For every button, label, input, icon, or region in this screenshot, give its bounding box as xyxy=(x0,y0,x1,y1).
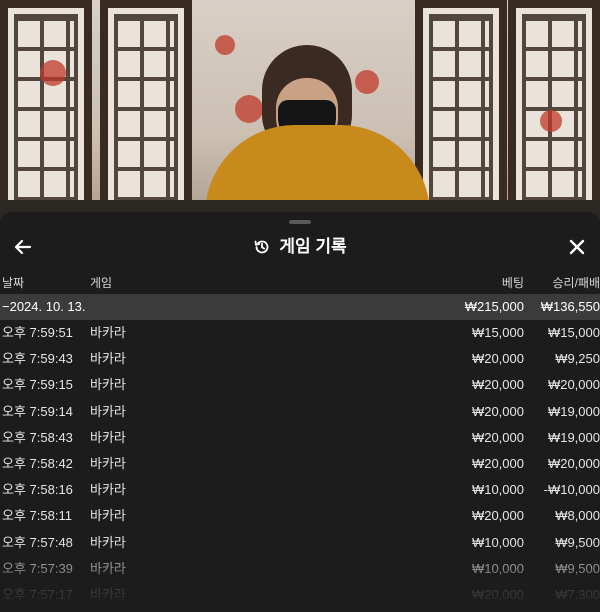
row-bet: ₩20,000 xyxy=(471,377,524,393)
row-result: ₩20,000 xyxy=(547,455,600,471)
live-dealer-video xyxy=(0,0,600,230)
panel-title: 게임 기록 xyxy=(0,232,600,262)
row-time: 오후 7:57:17 xyxy=(2,586,73,602)
folding-screen-panel xyxy=(0,0,92,215)
row-bet: ₩15,000 xyxy=(471,325,524,340)
column-header-result: 승리/패배 xyxy=(552,276,600,290)
column-header-date: 날짜 xyxy=(2,276,25,290)
row-time: 오후 7:59:14 xyxy=(2,403,73,419)
row-bet: ₩20,000 xyxy=(471,586,524,602)
row-result: ₩8,000 xyxy=(555,508,600,524)
date-group-row[interactable]: −2024. 10. 13. ₩215,000 ₩136,550 xyxy=(0,294,600,320)
drag-handle[interactable] xyxy=(289,220,311,224)
row-result: ₩7,300 xyxy=(555,586,600,602)
table-row[interactable]: 오후 7:58:11 바카라 ₩20,000 ₩8,000 xyxy=(0,503,600,529)
row-bet: ₩10,000 xyxy=(471,560,524,576)
row-result: ₩15,000 xyxy=(547,325,600,340)
row-result: ₩19,000 xyxy=(547,403,600,419)
row-game: 바카라 xyxy=(90,482,126,498)
row-game: 바카라 xyxy=(90,534,126,550)
row-time: 오후 7:57:39 xyxy=(2,560,73,576)
row-time: 오후 7:58:16 xyxy=(2,482,73,498)
folding-screen-panel xyxy=(415,0,507,215)
date-group-label: −2024. 10. 13. xyxy=(2,299,86,314)
row-time: 오후 7:58:43 xyxy=(2,429,73,445)
row-game: 바카라 xyxy=(90,325,126,340)
row-bet: ₩20,000 xyxy=(471,429,524,445)
row-game: 바카라 xyxy=(90,377,126,393)
folding-screen-panel xyxy=(508,0,600,215)
row-bet: ₩20,000 xyxy=(471,455,524,471)
game-history-panel: 게임 기록 날짜 게임 베팅 승리/패배 −2024. 10. 13. ₩215… xyxy=(0,212,600,612)
row-time: 오후 7:59:15 xyxy=(2,377,73,393)
row-result: -₩10,000 xyxy=(543,482,600,498)
table-row[interactable]: 오후 7:59:51 바카라 ₩15,000 ₩15,000 xyxy=(0,320,600,346)
row-result: ₩9,500 xyxy=(555,534,600,550)
row-bet: ₩10,000 xyxy=(471,534,524,550)
row-bet: ₩20,000 xyxy=(471,508,524,524)
row-bet: ₩10,000 xyxy=(471,482,524,498)
row-bet: ₩20,000 xyxy=(471,351,524,367)
row-game: 바카라 xyxy=(90,560,126,576)
close-icon xyxy=(569,239,585,255)
column-headers: 날짜 게임 베팅 승리/패배 xyxy=(0,274,600,294)
row-result: ₩19,000 xyxy=(547,429,600,445)
column-header-game: 게임 xyxy=(90,276,113,290)
date-group-bet: ₩215,000 xyxy=(464,299,524,314)
row-result: ₩9,250 xyxy=(555,351,600,367)
row-result: ₩20,000 xyxy=(547,377,600,393)
table-row[interactable]: 오후 7:59:14 바카라 ₩20,000 ₩19,000 xyxy=(0,399,600,425)
row-time: 오후 7:58:42 xyxy=(2,455,73,471)
history-icon xyxy=(254,240,269,254)
table-row[interactable]: 오후 7:57:39 바카라 ₩10,000 ₩9,500 xyxy=(0,556,600,582)
row-result: ₩9,500 xyxy=(555,560,600,576)
row-bet: ₩20,000 xyxy=(471,403,524,419)
row-time: 오후 7:58:11 xyxy=(2,508,72,524)
history-list: 오후 7:59:51 바카라 ₩15,000 ₩15,000 오후 7:59:4… xyxy=(0,320,600,608)
table-row[interactable]: 오후 7:58:43 바카라 ₩20,000 ₩19,000 xyxy=(0,425,600,451)
table-row[interactable]: 오후 7:58:42 바카라 ₩20,000 ₩20,000 xyxy=(0,451,600,477)
title-text: 게임 기록 xyxy=(279,237,347,256)
row-game: 바카라 xyxy=(90,351,126,367)
row-game: 바카라 xyxy=(90,429,126,445)
row-game: 바카라 xyxy=(90,455,126,471)
table-row[interactable]: 오후 7:57:48 바카라 ₩10,000 ₩9,500 xyxy=(0,530,600,556)
table-row[interactable]: 오후 7:57:17 바카라 ₩20,000 ₩7,300 xyxy=(0,582,600,608)
folding-screen-panel xyxy=(100,0,192,215)
table-row[interactable]: 오후 7:59:43 바카라 ₩20,000 ₩9,250 xyxy=(0,346,600,372)
row-game: 바카라 xyxy=(90,508,126,524)
close-button[interactable] xyxy=(562,232,592,262)
column-header-bet: 베팅 xyxy=(501,276,524,290)
row-game: 바카라 xyxy=(90,403,126,419)
row-time: 오후 7:57:48 xyxy=(2,534,73,550)
table-row[interactable]: 오후 7:58:16 바카라 ₩10,000 -₩10,000 xyxy=(0,477,600,503)
row-time: 오후 7:59:51 xyxy=(2,325,73,340)
row-game: 바카라 xyxy=(90,586,126,602)
row-time: 오후 7:59:43 xyxy=(2,351,73,367)
date-group-result: ₩136,550 xyxy=(540,299,600,314)
table-row[interactable]: 오후 7:59:15 바카라 ₩20,000 ₩20,000 xyxy=(0,372,600,398)
